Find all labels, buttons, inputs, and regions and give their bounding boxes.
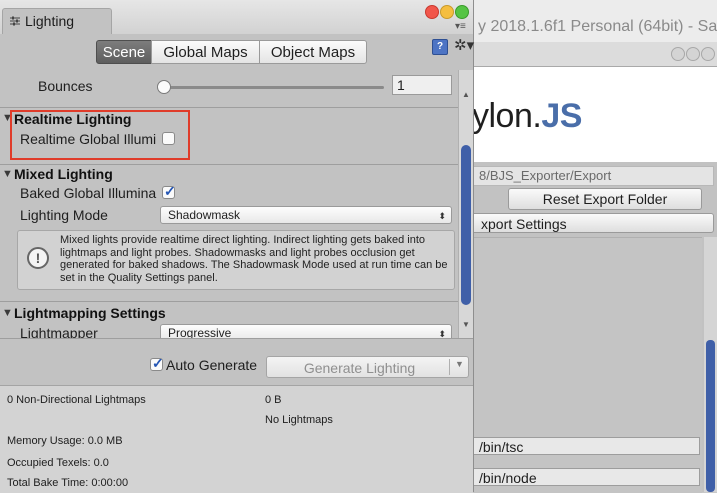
info-box: ! Mixed lights provide realtime direct l… bbox=[17, 230, 455, 290]
mode-toolbar: Scene Global Maps Object Maps ? ✲▾ bbox=[0, 34, 474, 70]
export-settings-foldout[interactable]: xport Settings bbox=[470, 213, 714, 233]
background-minimize-icon[interactable] bbox=[686, 47, 700, 61]
checkmark-icon: ✓ bbox=[152, 355, 164, 371]
no-lightmaps-text: No Lightmaps bbox=[265, 414, 333, 426]
lighting-mode-label: Lighting Mode bbox=[20, 207, 108, 223]
lightmap-size: 0 B bbox=[265, 394, 282, 406]
tsc-path-field[interactable]: /bin/tsc bbox=[470, 437, 700, 455]
generate-lighting-label: Generate Lighting bbox=[303, 360, 416, 376]
total-bake-time: Total Bake Time: 0:00:00 bbox=[7, 477, 129, 489]
babylon-logo-area: ylon.JS bbox=[470, 67, 717, 162]
background-window-titlebar: y 2018.1.6f1 Personal (64bit) - Sa bbox=[470, 0, 717, 43]
checkmark-icon: ✓ bbox=[164, 183, 176, 199]
lightmapping-settings-header[interactable]: Lightmapping Settings bbox=[14, 305, 166, 321]
divider bbox=[0, 107, 458, 108]
scrollbar-thumb[interactable] bbox=[461, 145, 471, 305]
tab-lighting[interactable]: Lighting bbox=[2, 8, 112, 35]
scroll-down-icon[interactable]: ▼ bbox=[459, 320, 473, 329]
baked-gi-checkbox[interactable]: ✓ bbox=[162, 183, 176, 199]
dropdown-arrows-icon: ⬍ bbox=[438, 329, 446, 338]
bounces-slider[interactable] bbox=[162, 86, 384, 89]
divider bbox=[0, 301, 458, 302]
babylon-logo: ylon.JS bbox=[472, 97, 582, 135]
vertical-scrollbar[interactable]: ▲ ▼ bbox=[458, 70, 473, 338]
reset-export-folder-button[interactable]: Reset Export Folder bbox=[508, 188, 702, 210]
dropdown-arrows-icon: ⬍ bbox=[438, 211, 446, 221]
auto-generate-checkbox[interactable]: ✓ bbox=[150, 355, 164, 371]
info-icon: ! bbox=[27, 247, 49, 269]
node-path-field[interactable]: /bin/node bbox=[470, 468, 700, 486]
highlight-box bbox=[10, 110, 190, 160]
gear-icon[interactable]: ✲▾ bbox=[454, 36, 474, 54]
chevron-down-icon[interactable]: ▼ bbox=[455, 359, 464, 369]
lightmapper-value: Progressive bbox=[168, 326, 232, 338]
lightmap-stats-panel: 0 Non-Directional Lightmaps 0 B No Light… bbox=[0, 385, 473, 493]
auto-generate-label: Auto Generate bbox=[166, 357, 258, 373]
lighting-settings-scroll-area: Bounces 1 ▼ Realtime Lighting Realtime G… bbox=[0, 70, 458, 338]
minimize-icon[interactable] bbox=[440, 5, 454, 19]
tab-scene[interactable]: Scene bbox=[96, 40, 152, 64]
background-window-title: y 2018.1.6f1 Personal (64bit) - Sa bbox=[478, 18, 717, 35]
memory-usage: Memory Usage: 0.0 MB bbox=[7, 435, 123, 447]
generate-bar: ✓ Auto Generate Generate Lighting ▼ bbox=[0, 338, 473, 385]
generate-lighting-button[interactable]: Generate Lighting ▼ bbox=[266, 356, 469, 378]
zoom-icon[interactable] bbox=[455, 5, 469, 19]
window-titlebar: Lighting ▾≡ bbox=[0, 0, 473, 35]
scroll-up-icon[interactable]: ▲ bbox=[459, 90, 473, 99]
export-path-text: 8/BJS_Exporter/Export bbox=[479, 168, 612, 183]
lightmapper-label: Lightmapper bbox=[20, 325, 98, 338]
tab-object-maps[interactable]: Object Maps bbox=[259, 40, 367, 64]
background-editor-window: y 2018.1.6f1 Personal (64bit) - Sa ylon.… bbox=[470, 0, 717, 493]
bounces-field[interactable]: 1 bbox=[392, 75, 452, 95]
background-scrollbar-thumb[interactable] bbox=[706, 340, 715, 492]
background-zoom-icon[interactable] bbox=[701, 47, 715, 61]
tab-global-maps[interactable]: Global Maps bbox=[151, 40, 260, 64]
background-window-tabbar bbox=[470, 42, 717, 67]
lightmapper-dropdown[interactable]: Progressive ⬍ bbox=[160, 324, 452, 338]
lighting-window: Lighting ▾≡ Scene Global Maps Object Map… bbox=[0, 0, 474, 493]
bounces-label: Bounces bbox=[38, 78, 93, 94]
lighting-mode-value: Shadowmask bbox=[168, 208, 241, 222]
help-icon[interactable]: ? bbox=[432, 39, 448, 55]
tab-label: Lighting bbox=[25, 13, 75, 29]
baked-gi-label: Baked Global Illumina bbox=[20, 185, 157, 201]
mixed-lighting-header[interactable]: Mixed Lighting bbox=[14, 166, 113, 182]
info-text: Mixed lights provide realtime direct lig… bbox=[60, 234, 448, 284]
occupied-texels: Occupied Texels: 0.0 bbox=[7, 457, 109, 469]
lightmap-count: 0 Non-Directional Lightmaps bbox=[7, 394, 146, 406]
export-path-field[interactable]: 8/BJS_Exporter/Export bbox=[470, 166, 714, 186]
button-divider bbox=[449, 359, 450, 375]
bounces-slider-handle[interactable] bbox=[157, 80, 171, 94]
window-menu-icon[interactable]: ▾≡ bbox=[455, 21, 466, 32]
foldout-arrow-icon[interactable]: ▼ bbox=[2, 168, 13, 180]
divider bbox=[0, 164, 458, 165]
foldout-arrow-icon[interactable]: ▼ bbox=[2, 307, 13, 319]
close-icon[interactable] bbox=[425, 5, 439, 19]
background-close-icon[interactable] bbox=[671, 47, 685, 61]
lighting-icon bbox=[10, 16, 20, 26]
lighting-mode-dropdown[interactable]: Shadowmask ⬍ bbox=[160, 206, 452, 224]
